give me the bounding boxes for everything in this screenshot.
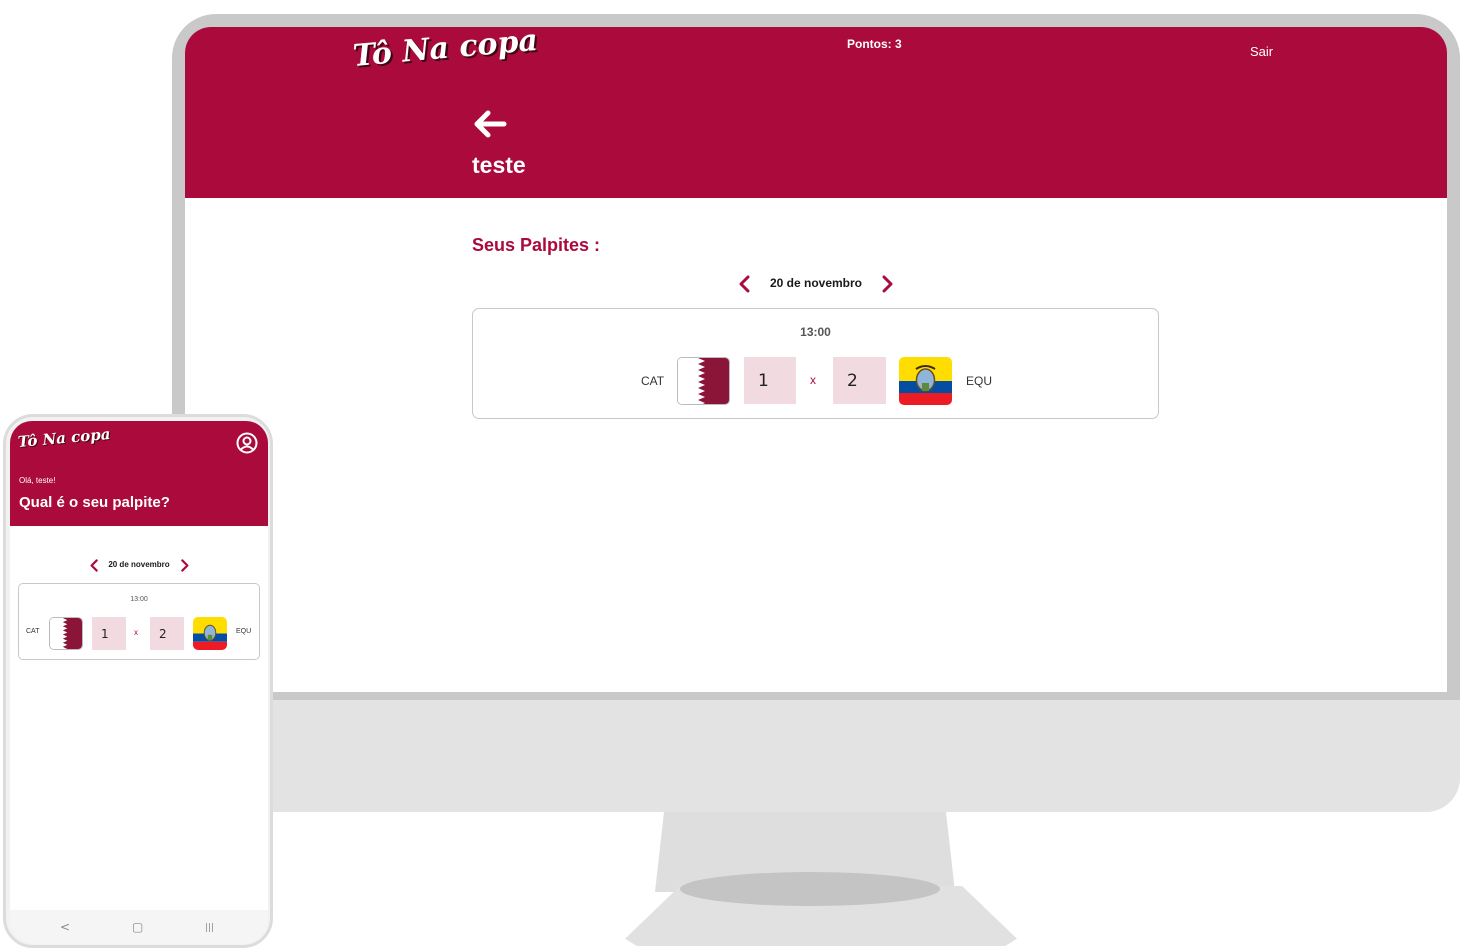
phone-screen: Tô Na copa Olá, teste! Qual é o seu palp… xyxy=(10,421,268,913)
ecuador-flag-icon xyxy=(193,617,227,650)
phone-app-logo[interactable]: Tô Na copa xyxy=(17,425,111,451)
chevron-right-icon[interactable] xyxy=(178,559,191,572)
mockup-stage: Tô Na copa Pontos: 3 Sair teste Seus Pal… xyxy=(0,0,1461,951)
phone-score-separator: x xyxy=(134,628,138,637)
points-counter: Pontos: 3 xyxy=(847,37,902,51)
logout-link[interactable]: Sair xyxy=(1250,44,1273,59)
arrow-left-icon[interactable] xyxy=(472,109,508,139)
desktop-screen: Tô Na copa Pontos: 3 Sair teste Seus Pal… xyxy=(185,27,1447,692)
date-navigator: 20 de novembro xyxy=(730,273,900,295)
phone-away-team-code: EQU xyxy=(236,628,252,635)
chevron-left-icon[interactable] xyxy=(736,275,754,293)
greeting-text: Olá, teste! xyxy=(19,476,56,485)
phone-match-card: 13:00 CAT 1 x 2 EQU xyxy=(18,583,260,660)
phone-home-team-code: CAT xyxy=(26,628,40,635)
nav-home-button[interactable]: ▢ xyxy=(132,920,143,934)
app-logo[interactable]: Tô Na copa xyxy=(351,27,539,74)
phone-date-navigator: 20 de novembro xyxy=(86,558,192,574)
page-title: teste xyxy=(472,152,526,178)
phone-header: Tô Na copa Olá, teste! Qual é o seu palp… xyxy=(10,421,268,526)
monitor-chin xyxy=(172,700,1460,812)
phone-away-score-input[interactable]: 2 xyxy=(150,617,184,650)
score-separator: x xyxy=(810,373,816,387)
home-score-input[interactable]: 1 xyxy=(744,357,796,404)
nav-back-button[interactable]: < xyxy=(60,920,70,934)
nav-recent-button[interactable]: ||| xyxy=(205,923,214,933)
away-score-input[interactable]: 2 xyxy=(833,357,886,404)
chevron-right-icon[interactable] xyxy=(878,275,896,293)
qatar-flag-icon xyxy=(49,617,83,650)
phone-date-label: 20 de novembro xyxy=(108,560,170,569)
match-time: 13:00 xyxy=(800,325,831,339)
user-circle-icon[interactable] xyxy=(236,432,258,454)
desktop-header: Tô Na copa Pontos: 3 Sair teste xyxy=(185,27,1447,198)
monitor-stand-shadow xyxy=(680,872,940,906)
ecuador-flag-icon xyxy=(899,357,952,405)
section-title: Seus Palpites : xyxy=(472,235,601,255)
phone-match-time: 13:00 xyxy=(130,596,148,603)
phone-home-score-input[interactable]: 1 xyxy=(92,617,126,650)
qatar-flag-icon xyxy=(677,357,730,405)
match-card: 13:00 CAT 1 x 2 EQU xyxy=(472,308,1159,419)
page-heading: Qual é o seu palpite? xyxy=(19,494,170,511)
home-team-code: CAT xyxy=(641,374,665,388)
phone-system-nav: < ▢ ||| xyxy=(10,910,268,944)
date-label: 20 de novembro xyxy=(769,276,863,290)
away-team-code: EQU xyxy=(966,374,993,388)
